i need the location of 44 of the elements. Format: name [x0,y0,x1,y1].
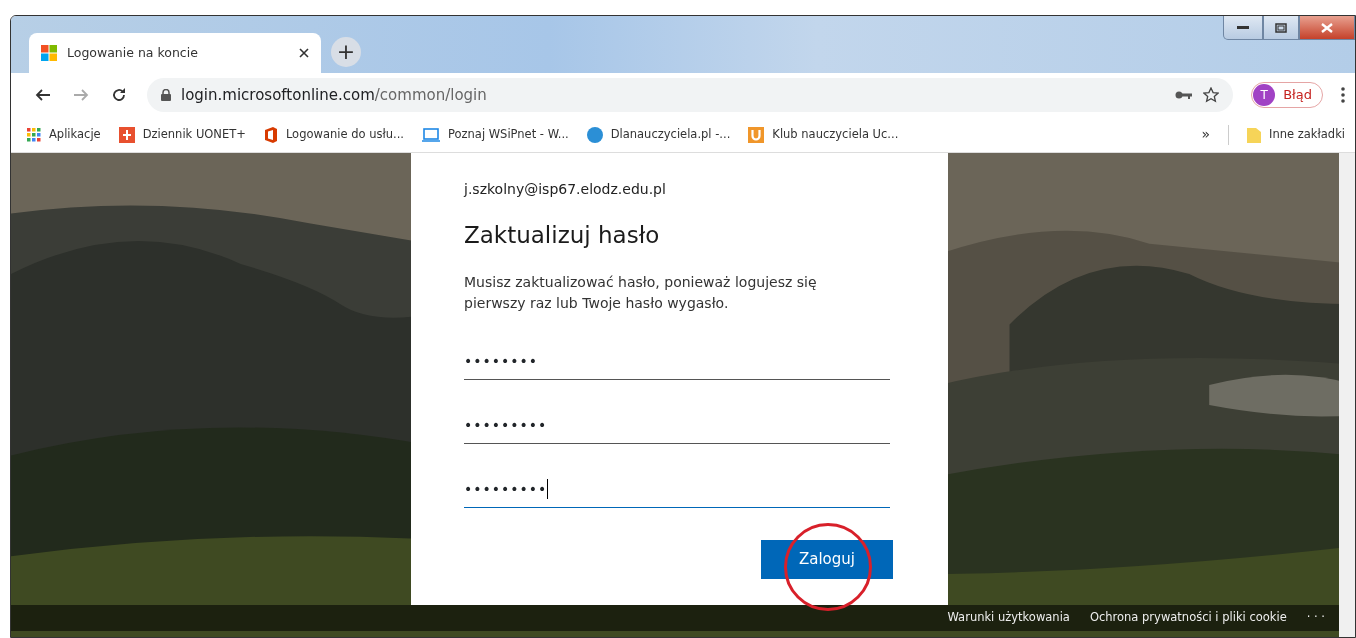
minimize-icon [1237,25,1249,30]
bookmark-link[interactable]: Poznaj WSiPnet - W... [421,125,569,144]
close-icon [1321,22,1333,33]
close-button[interactable] [1299,16,1355,40]
maximize-button[interactable] [1263,16,1299,40]
new-tab-button[interactable]: + [331,37,361,67]
circle-icon [586,126,603,143]
bookmark-link[interactable]: Aplikacje [27,125,101,144]
browser-tab[interactable]: Logowanie na koncie [29,33,321,73]
footer-link[interactable]: Ochrona prywatności i pliki cookie [1089,609,1287,627]
url-text: login.microsoftonline.com/common/login [181,84,488,106]
overflow-button[interactable]: » [1201,124,1211,145]
bookmark-link[interactable]: Dziennik UONET+ [118,125,246,144]
address-bar[interactable]: login.microsoftonline.com/common/login [147,78,1234,112]
password-field[interactable]: ••••••••• [464,407,890,444]
account-email: j.szkolny@isp67.elodz.edu.pl [464,180,667,199]
menu-icon[interactable] [1341,87,1345,103]
bookmark-link[interactable]: Logowanie do usłu... [263,125,404,144]
bookmark-link[interactable]: Dlanauczyciela.pl -... [586,125,731,144]
monitor-icon [421,127,440,142]
windows-logo-icon [41,45,57,61]
apps-grid-icon [27,127,41,142]
letter-u-icon [748,126,765,143]
star-icon[interactable] [1203,87,1220,103]
more-button[interactable]: · · · [1306,609,1325,627]
key-icon[interactable] [1175,90,1194,100]
tab-title: Logowanie na koncie [67,43,199,62]
profile-button[interactable]: T Błąd [1251,82,1323,108]
plus-icon [118,126,135,143]
message-text: Musisz zaktualizować hasło, ponieważ logujesz się pierwszy raz lub Twoje hasło wygasło. [464,272,818,313]
lock-icon [161,89,171,101]
password-field[interactable]: ••••••••• [464,471,890,508]
dialog-title: Zaktualizuj hasło [464,222,661,250]
folder-icon [1247,126,1262,143]
password-field[interactable]: •••••••• [464,343,890,380]
maximize-icon [1275,22,1287,33]
scrollbar[interactable] [1339,153,1355,637]
sign-in-button[interactable]: Zaloguj [761,539,893,579]
footer-link[interactable]: Warunki użytkowania [947,609,1070,627]
close-icon[interactable] [299,48,309,58]
bookmark-folder[interactable]: Inne zakładki [1247,125,1345,144]
bookmark-link[interactable]: Klub nauczyciela Uc... [748,125,899,144]
minimize-button[interactable] [1223,16,1263,40]
office-logo-icon [263,126,278,143]
